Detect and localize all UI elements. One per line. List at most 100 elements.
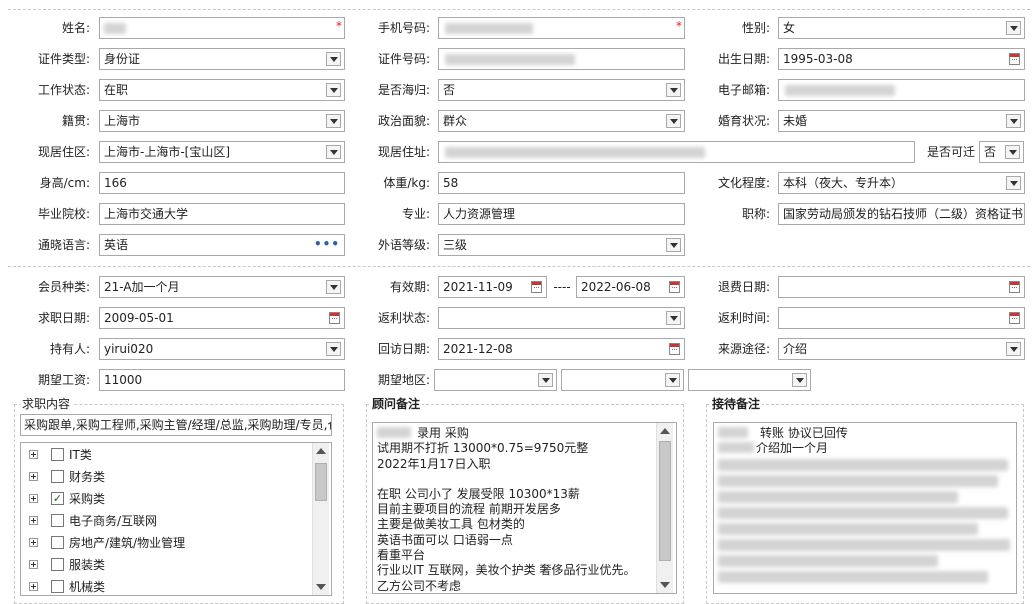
tree-item[interactable]: 房地产/建筑/物业管理 xyxy=(21,532,311,554)
holder-select[interactable]: yirui020 xyxy=(99,338,345,360)
calendar-icon[interactable] xyxy=(669,281,680,293)
tree-item[interactable]: ✓ 采购类 xyxy=(21,488,311,510)
chevron-down-icon[interactable] xyxy=(326,145,341,159)
chevron-down-icon[interactable] xyxy=(666,311,681,325)
tree-item[interactable]: IT类 xyxy=(21,444,311,466)
tree-scrollbar[interactable] xyxy=(312,443,329,595)
source-select[interactable]: 介绍 xyxy=(778,338,1025,360)
mobile-label: 手机号码: xyxy=(377,21,430,35)
member-type-select[interactable]: 21-A加一个月 xyxy=(99,276,345,298)
id-type-select[interactable]: 身份证 xyxy=(99,48,345,70)
expand-icon[interactable] xyxy=(29,494,38,503)
birth-date-field[interactable]: 1995-03-08 xyxy=(778,48,1025,70)
overseas-select[interactable]: 否 xyxy=(438,79,685,101)
region-province-select[interactable] xyxy=(434,369,557,391)
visit-date-field[interactable]: 2021-12-08 xyxy=(438,338,685,360)
checkbox[interactable] xyxy=(51,558,64,571)
email-field[interactable] xyxy=(778,79,1025,101)
mobile-field[interactable] xyxy=(438,17,685,39)
chevron-down-icon[interactable] xyxy=(1006,342,1021,356)
region-district-select[interactable] xyxy=(688,369,811,391)
scroll-up-icon[interactable] xyxy=(660,428,670,434)
valid-to-field[interactable]: 2022-06-08 xyxy=(576,276,685,298)
marital-select[interactable]: 未婚 xyxy=(778,110,1025,132)
education-select[interactable]: 本科（夜大、专升本） xyxy=(778,172,1025,194)
refund-date-field[interactable] xyxy=(778,276,1025,298)
expand-icon[interactable] xyxy=(29,538,38,547)
chevron-down-icon[interactable] xyxy=(666,114,681,128)
chevron-down-icon[interactable] xyxy=(326,280,341,294)
chevron-down-icon[interactable] xyxy=(326,83,341,97)
chevron-down-icon[interactable] xyxy=(665,373,680,387)
consultant-notes-scrollbar[interactable] xyxy=(656,423,673,593)
lang-level-select[interactable]: 三级 xyxy=(438,234,685,256)
chevron-down-icon[interactable] xyxy=(666,83,681,97)
title-field[interactable]: 国家劳动局颁发的钻石技师（二级）资格证书 xyxy=(778,203,1025,225)
chevron-down-icon[interactable] xyxy=(1005,145,1020,159)
scroll-thumb[interactable] xyxy=(315,463,327,501)
checkbox[interactable] xyxy=(51,448,64,461)
chevron-down-icon[interactable] xyxy=(792,373,807,387)
expand-icon[interactable] xyxy=(29,450,38,459)
checkbox[interactable] xyxy=(51,580,64,593)
tree-item[interactable]: 电子商务/互联网 xyxy=(21,510,311,532)
gender-select[interactable]: 女 xyxy=(778,17,1025,39)
checkbox[interactable] xyxy=(51,536,64,549)
more-options-button[interactable]: ••• xyxy=(314,235,340,253)
chevron-down-icon[interactable] xyxy=(326,52,341,66)
valid-from-field[interactable]: 2021-11-09 xyxy=(438,276,547,298)
language-field[interactable]: 英语 ••• xyxy=(99,234,345,256)
expand-icon[interactable] xyxy=(29,472,38,481)
expand-icon[interactable] xyxy=(29,582,38,591)
tree-item-label: 采购类 xyxy=(69,492,106,506)
school-field[interactable]: 上海市交通大学 xyxy=(99,203,345,225)
tree-item[interactable]: 财务类 xyxy=(21,466,311,488)
tree-item[interactable]: 服装类 xyxy=(21,554,311,576)
weight-field[interactable]: 58 xyxy=(438,172,685,194)
expand-icon[interactable] xyxy=(29,560,38,569)
title-value: 国家劳动局颁发的钻石技师（二级）资格证书 xyxy=(783,207,1024,221)
calendar-icon[interactable] xyxy=(1009,53,1020,65)
category-tree[interactable]: IT类 财务类 ✓ 采购类 电子商务/互联网 房地产/建筑/物业管理 服装类 机… xyxy=(20,442,332,596)
chevron-down-icon[interactable] xyxy=(1006,176,1021,190)
rebate-time-field[interactable] xyxy=(778,307,1025,329)
calendar-icon[interactable] xyxy=(531,281,542,293)
region-city-select[interactable] xyxy=(561,369,684,391)
chevron-down-icon[interactable] xyxy=(326,114,341,128)
chevron-down-icon[interactable] xyxy=(326,342,341,356)
checkbox[interactable] xyxy=(51,514,64,527)
scroll-down-icon[interactable] xyxy=(660,582,670,588)
checkbox-checked[interactable]: ✓ xyxy=(51,492,64,505)
chevron-down-icon[interactable] xyxy=(538,373,553,387)
scroll-thumb[interactable] xyxy=(659,441,671,561)
checkbox[interactable] xyxy=(51,470,64,483)
work-status-select[interactable]: 在职 xyxy=(99,79,345,101)
job-date-field[interactable]: 2009-05-01 xyxy=(99,307,345,329)
rebate-status-select[interactable] xyxy=(438,307,685,329)
residence-area-select[interactable]: 上海市-上海市-[宝山区] xyxy=(99,141,345,163)
reception-notes-textarea[interactable]: 转账 协议已回传 介绍加一个月 xyxy=(713,422,1017,594)
relocate-select[interactable]: 否 xyxy=(979,141,1024,163)
native-select[interactable]: 上海市 xyxy=(99,110,345,132)
major-field[interactable]: 人力资源管理 xyxy=(438,203,685,225)
calendar-icon[interactable] xyxy=(1009,281,1020,293)
consultant-notes-textarea[interactable]: 录用 采购 试用期不打折 13000*0.75=9750元整 2022年1月17… xyxy=(372,422,677,594)
expand-icon[interactable] xyxy=(29,516,38,525)
name-field[interactable] xyxy=(99,17,345,39)
chevron-down-icon[interactable] xyxy=(1006,21,1021,35)
salary-field[interactable]: 11000 xyxy=(99,369,345,391)
scroll-down-icon[interactable] xyxy=(316,584,326,590)
tree-item[interactable]: 机械类 xyxy=(21,576,311,595)
height-field[interactable]: 166 xyxy=(99,172,345,194)
calendar-icon[interactable] xyxy=(669,343,680,355)
job-content-summary[interactable]: 采购跟单,采购工程师,采购主管/经理/总监,采购助理/专员,仓 xyxy=(20,414,332,436)
chevron-down-icon[interactable] xyxy=(1006,114,1021,128)
calendar-icon[interactable] xyxy=(329,312,340,324)
id-no-field[interactable] xyxy=(438,48,685,70)
scroll-up-icon[interactable] xyxy=(316,448,326,454)
chevron-down-icon[interactable] xyxy=(666,238,681,252)
political-select[interactable]: 群众 xyxy=(438,110,685,132)
calendar-icon[interactable] xyxy=(1009,312,1020,324)
residence-addr-field[interactable] xyxy=(438,141,915,163)
valid-from-value: 2021-11-09 xyxy=(443,280,513,294)
